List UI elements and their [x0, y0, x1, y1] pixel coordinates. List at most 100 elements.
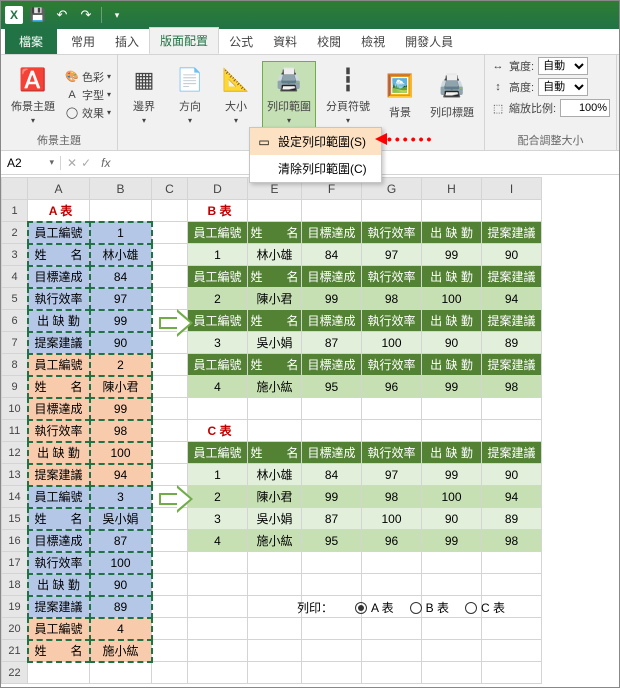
cell-D20[interactable]: [188, 618, 248, 640]
cell-B6[interactable]: 99: [90, 310, 152, 332]
cell-G18[interactable]: [362, 574, 422, 596]
cell-B8[interactable]: 2: [90, 354, 152, 376]
cell-B3[interactable]: 林小雄: [90, 244, 152, 266]
cell-G9[interactable]: 96: [362, 376, 422, 398]
cell-A11[interactable]: 執行效率: [28, 420, 90, 442]
cell-F5[interactable]: 99: [302, 288, 362, 310]
cell-F15[interactable]: 87: [302, 508, 362, 530]
cell-F9[interactable]: 95: [302, 376, 362, 398]
cell-H18[interactable]: [422, 574, 482, 596]
cell-I22[interactable]: [482, 662, 542, 684]
cell-C13[interactable]: [152, 464, 188, 486]
cell-H14[interactable]: 100: [422, 486, 482, 508]
row-header-8[interactable]: 8: [2, 354, 28, 376]
cell-F13[interactable]: 84: [302, 464, 362, 486]
col-header-A[interactable]: A: [28, 178, 90, 200]
cell-F6[interactable]: 目標達成: [302, 310, 362, 332]
cell-D10[interactable]: [188, 398, 248, 420]
cell-A10[interactable]: 目標達成: [28, 398, 90, 420]
cell-E21[interactable]: [248, 640, 302, 662]
cell-G10[interactable]: [362, 398, 422, 420]
select-all-cell[interactable]: [2, 178, 28, 200]
cell-D3[interactable]: 1: [188, 244, 248, 266]
cell-E11[interactable]: [248, 420, 302, 442]
row-header-21[interactable]: 21: [2, 640, 28, 662]
cell-G11[interactable]: [362, 420, 422, 442]
cell-G15[interactable]: 100: [362, 508, 422, 530]
cell-D18[interactable]: [188, 574, 248, 596]
spreadsheet-grid[interactable]: ABCDEFGHI1A 表B 表2員工編號1員工編號姓 名目標達成執行效率出 缺…: [1, 177, 619, 687]
row-header-14[interactable]: 14: [2, 486, 28, 508]
cell-A3[interactable]: 姓 名: [28, 244, 90, 266]
cell-G4[interactable]: 執行效率: [362, 266, 422, 288]
cell-B17[interactable]: 100: [90, 552, 152, 574]
cell-D11[interactable]: C 表: [188, 420, 248, 442]
cell-B9[interactable]: 陳小君: [90, 376, 152, 398]
cell-F16[interactable]: 95: [302, 530, 362, 552]
row-header-11[interactable]: 11: [2, 420, 28, 442]
col-header-H[interactable]: H: [422, 178, 482, 200]
margins-button[interactable]: ▦邊界▾: [124, 62, 164, 127]
cell-C16[interactable]: [152, 530, 188, 552]
row-header-15[interactable]: 15: [2, 508, 28, 530]
size-button[interactable]: 📐大小▾: [216, 62, 256, 127]
cell-C17[interactable]: [152, 552, 188, 574]
cell-H21[interactable]: [422, 640, 482, 662]
cell-B7[interactable]: 90: [90, 332, 152, 354]
cell-D4[interactable]: 員工編號: [188, 266, 248, 288]
cell-A15[interactable]: 姓 名: [28, 508, 90, 530]
cell-C8[interactable]: [152, 354, 188, 376]
cell-E3[interactable]: 林小雄: [248, 244, 302, 266]
qat-customize-icon[interactable]: ▾: [108, 6, 126, 24]
cell-D15[interactable]: 3: [188, 508, 248, 530]
orientation-button[interactable]: 📄方向▾: [170, 62, 210, 127]
cell-E4[interactable]: 姓 名: [248, 266, 302, 288]
cell-D17[interactable]: [188, 552, 248, 574]
cell-E1[interactable]: [248, 200, 302, 222]
cell-G20[interactable]: [362, 618, 422, 640]
cell-G12[interactable]: 執行效率: [362, 442, 422, 464]
cell-H13[interactable]: 99: [422, 464, 482, 486]
cell-G22[interactable]: [362, 662, 422, 684]
cell-F18[interactable]: [302, 574, 362, 596]
tab-formulas[interactable]: 公式: [219, 29, 263, 54]
cell-I16[interactable]: 98: [482, 530, 542, 552]
cell-I1[interactable]: [482, 200, 542, 222]
cell-E2[interactable]: 姓 名: [248, 222, 302, 244]
cell-B13[interactable]: 94: [90, 464, 152, 486]
cancel-icon[interactable]: ✕: [67, 156, 77, 170]
cell-G21[interactable]: [362, 640, 422, 662]
cell-A6[interactable]: 出 缺 勤: [28, 310, 90, 332]
cell-I15[interactable]: 89: [482, 508, 542, 530]
cell-F11[interactable]: [302, 420, 362, 442]
fonts-button[interactable]: A字型▾: [65, 87, 111, 103]
cell-A14[interactable]: 員工編號: [28, 486, 90, 508]
cell-G2[interactable]: 執行效率: [362, 222, 422, 244]
cell-A16[interactable]: 目標達成: [28, 530, 90, 552]
cell-H16[interactable]: 99: [422, 530, 482, 552]
cell-A4[interactable]: 目標達成: [28, 266, 90, 288]
cell-B14[interactable]: 3: [90, 486, 152, 508]
cell-D16[interactable]: 4: [188, 530, 248, 552]
colors-button[interactable]: 🎨色彩▾: [65, 69, 111, 85]
cell-B12[interactable]: 100: [90, 442, 152, 464]
radio-c[interactable]: C 表: [465, 599, 505, 616]
cell-F14[interactable]: 99: [302, 486, 362, 508]
cell-F3[interactable]: 84: [302, 244, 362, 266]
cell-B18[interactable]: 90: [90, 574, 152, 596]
cell-E5[interactable]: 陳小君: [248, 288, 302, 310]
cell-A18[interactable]: 出 缺 勤: [28, 574, 90, 596]
cell-F20[interactable]: [302, 618, 362, 640]
themes-button[interactable]: 🅰️ 佈景主題 ▾: [7, 62, 59, 127]
cell-E13[interactable]: 林小雄: [248, 464, 302, 486]
cell-C5[interactable]: [152, 288, 188, 310]
row-header-6[interactable]: 6: [2, 310, 28, 332]
background-button[interactable]: 🖼️背景: [380, 68, 420, 122]
cell-A9[interactable]: 姓 名: [28, 376, 90, 398]
cell-H8[interactable]: 出 缺 勤: [422, 354, 482, 376]
row-header-16[interactable]: 16: [2, 530, 28, 552]
cell-F8[interactable]: 目標達成: [302, 354, 362, 376]
row-header-4[interactable]: 4: [2, 266, 28, 288]
cell-I9[interactable]: 98: [482, 376, 542, 398]
row-header-22[interactable]: 22: [2, 662, 28, 684]
